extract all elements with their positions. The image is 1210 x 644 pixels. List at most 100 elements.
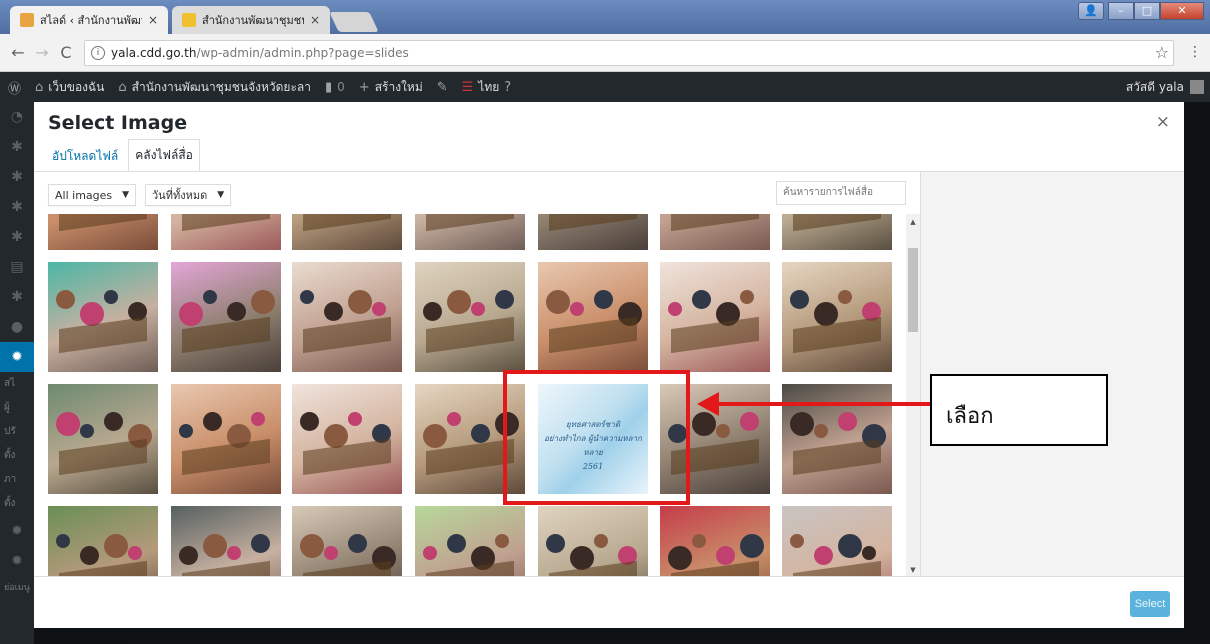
browser-menu-icon[interactable]: ⋮ <box>1188 44 1202 60</box>
bookmark-star-icon[interactable]: ☆ <box>1155 43 1169 62</box>
users-icon[interactable]: ● <box>0 312 34 342</box>
attachment-thumbnail[interactable] <box>538 506 648 578</box>
scroll-up-icon[interactable]: ▲ <box>906 218 920 226</box>
posts-pin-icon[interactable]: ✱ <box>0 162 34 192</box>
close-icon[interactable]: × <box>1156 112 1170 132</box>
close-tab-icon[interactable]: × <box>148 13 158 27</box>
flag-icon: ☰ <box>461 79 474 95</box>
tab-label: สำนักงานพัฒนาชุมชนจังหวัด <box>202 14 304 27</box>
my-sites-menu[interactable]: ⌂ เว็บของฉัน <box>35 78 104 97</box>
attachment-thumbnail[interactable] <box>415 506 525 578</box>
my-sites-label: เว็บของฉัน <box>48 79 105 94</box>
menu-label[interactable]: ตั้ง <box>0 492 34 516</box>
select-image-modal: Select Image × อัปโหลดไฟล์ คลังไฟล์สื่อ … <box>34 102 1184 628</box>
help-icon: ? <box>504 79 512 95</box>
annotation-label: เลือก <box>930 374 1108 446</box>
media-router-tabs: อัปโหลดไฟล์ คลังไฟล์สื่อ <box>48 139 206 172</box>
reload-icon[interactable]: C <box>54 43 78 62</box>
attachment-thumbnail[interactable] <box>782 214 892 250</box>
selection-highlight-box <box>503 370 690 505</box>
howdy-user[interactable]: สวัสดี yala <box>1126 78 1184 97</box>
new-content-menu[interactable]: + สร้างใหม่ <box>359 78 423 97</box>
select-button[interactable]: Select <box>1130 591 1170 617</box>
posts-pin-icon[interactable]: ✱ <box>0 192 34 222</box>
site-name-menu[interactable]: ⌂ สำนักงานพัฒนาชุมชนจังหวัดยะลา <box>118 78 311 97</box>
posts-pin-icon[interactable]: ✱ <box>0 132 34 162</box>
plus-icon: + <box>358 79 370 95</box>
attachment-thumbnail[interactable] <box>782 384 892 494</box>
gear-icon[interactable]: ✹ <box>0 516 34 546</box>
wordpress-logo-icon[interactable]: Ⓦ <box>8 78 21 97</box>
attachment-thumbnail[interactable] <box>48 384 158 494</box>
comment-count: 0 <box>337 80 345 94</box>
tab-slides[interactable]: สไลด์ ‹ สำนักงานพัฒนาชุมชน × <box>10 6 168 34</box>
menu-label[interactable]: ตั้ง <box>0 444 34 468</box>
close-tab-icon[interactable]: × <box>310 13 320 27</box>
settings-gear-icon[interactable]: ✹ <box>0 342 34 372</box>
collapse-menu[interactable]: ย่อเมนู <box>0 576 34 600</box>
scroll-down-icon[interactable]: ▼ <box>906 566 920 574</box>
maximize-button[interactable]: □ <box>1134 2 1160 20</box>
tab-upload-files[interactable]: อัปโหลดไฟล์ <box>48 141 122 172</box>
attachment-thumbnail[interactable] <box>782 506 892 578</box>
url-host: yala.cdd.go.th <box>111 45 197 60</box>
wp-admin-bar: Ⓦ ⌂ เว็บของฉัน ⌂ สำนักงานพัฒนาชุมชนจังหว… <box>0 72 1210 102</box>
media-type-filter[interactable]: All images ▼ <box>48 184 137 206</box>
admin-side-menu: ◔ ✱ ✱ ✱ ✱ ▤ ✱ ● ✹ สไ ผู้ ปรั ตั้ง ภา ตั้… <box>0 102 34 644</box>
profile-icon[interactable]: 👤 <box>1078 2 1104 20</box>
menu-label[interactable]: ผู้ <box>0 396 34 420</box>
chevron-down-icon: ▼ <box>122 190 130 200</box>
attachment-thumbnail[interactable] <box>782 262 892 372</box>
chevron-down-icon: ▼ <box>217 190 225 200</box>
attachment-thumbnail[interactable] <box>415 214 525 250</box>
forward-arrow-icon[interactable]: → <box>30 43 54 62</box>
media-date-filter[interactable]: วันที่ทั้งหมด ▼ <box>145 184 232 206</box>
gear-icon[interactable]: ✹ <box>0 546 34 576</box>
tab-office-site[interactable]: สำนักงานพัฒนาชุมชนจังหวัด × <box>172 6 330 34</box>
attachment-thumbnail[interactable] <box>292 214 402 250</box>
dashboard-icon[interactable]: ◔ <box>0 102 34 132</box>
attachment-thumbnail[interactable] <box>660 262 770 372</box>
minimize-button[interactable]: – <box>1108 2 1134 20</box>
scroll-thumb[interactable] <box>908 248 918 332</box>
plugins-icon[interactable]: ✱ <box>0 282 34 312</box>
avatar[interactable] <box>1190 80 1204 94</box>
comment-icon: ▮ <box>324 79 333 95</box>
customize-icon[interactable]: ✎ <box>437 80 448 95</box>
attachment-thumbnail[interactable] <box>171 262 281 372</box>
annotation-arrow <box>716 402 930 406</box>
filter-date-value: วันที่ทั้งหมด <box>152 189 208 202</box>
tab-media-library[interactable]: คลังไฟล์สื่อ <box>128 139 200 172</box>
attachment-thumbnail[interactable] <box>660 214 770 250</box>
menu-label[interactable]: สไ <box>0 372 34 396</box>
attachment-thumbnail[interactable] <box>171 506 281 578</box>
attachment-thumbnail[interactable] <box>171 384 281 494</box>
attachment-thumbnail[interactable] <box>538 214 648 250</box>
media-search-input[interactable]: ค้นหารายการไฟล์สื่อ <box>776 181 906 205</box>
menu-label[interactable]: ภา <box>0 468 34 492</box>
lock-favicon-icon <box>182 13 196 27</box>
close-window-button[interactable]: ✕ <box>1160 2 1204 20</box>
attachment-thumbnail[interactable] <box>292 262 402 372</box>
pages-icon[interactable]: ▤ <box>0 252 34 282</box>
attachment-thumbnail[interactable] <box>292 506 402 578</box>
attachment-thumbnail[interactable] <box>415 262 525 372</box>
attachment-thumbnail[interactable] <box>48 262 158 372</box>
attachment-thumbnail[interactable] <box>660 506 770 578</box>
attachment-thumbnail[interactable] <box>292 384 402 494</box>
new-tab-button[interactable] <box>329 12 379 32</box>
attachment-thumbnail[interactable] <box>538 262 648 372</box>
attachment-thumbnail[interactable] <box>48 506 158 578</box>
menu-label[interactable]: ปรั <box>0 420 34 444</box>
back-arrow-icon[interactable]: ← <box>6 43 30 62</box>
language-menu[interactable]: ☰ ไทย ? <box>462 78 512 97</box>
modal-title: Select Image <box>48 112 188 134</box>
info-icon[interactable]: i <box>91 45 105 60</box>
modal-toolbar: Select <box>34 576 1184 628</box>
comments-menu[interactable]: ▮ 0 <box>325 80 345 95</box>
posts-pin-icon[interactable]: ✱ <box>0 222 34 252</box>
attachment-thumbnail[interactable] <box>48 214 158 250</box>
attachment-thumbnail[interactable] <box>171 214 281 250</box>
url-input[interactable]: i yala.cdd.go.th /wp-admin/admin.php?pag… <box>84 39 1174 66</box>
grid-scrollbar[interactable]: ▲ ▼ <box>906 214 920 578</box>
